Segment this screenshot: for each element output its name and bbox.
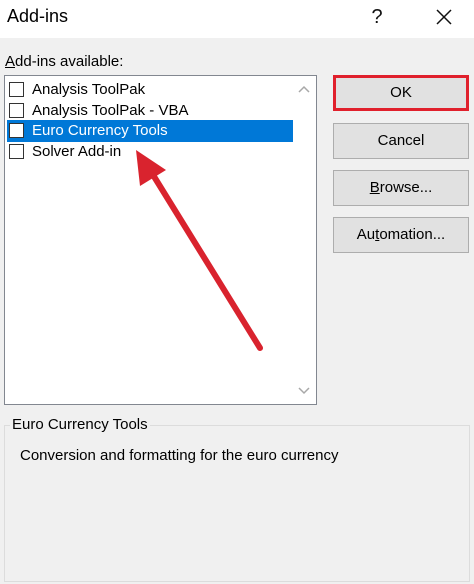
close-button[interactable]: [428, 2, 460, 32]
browse-button[interactable]: Browse...: [333, 170, 469, 206]
dialog-title: Add-ins: [7, 6, 69, 26]
list-item-label: Analysis ToolPak - VBA: [32, 102, 189, 119]
scroll-down-icon: [298, 387, 310, 395]
checkbox[interactable]: [9, 123, 24, 138]
checkbox[interactable]: [9, 82, 24, 97]
help-button[interactable]: ?: [362, 2, 392, 32]
scroll-down-button[interactable]: [294, 382, 314, 400]
description-title: Euro Currency Tools: [10, 416, 150, 433]
description-text: Conversion and formatting for the euro c…: [20, 447, 339, 464]
close-icon: [436, 9, 452, 25]
addins-available-label: Add-ins available:: [5, 53, 124, 70]
automation-button[interactable]: Automation...: [333, 217, 469, 253]
list-item-analysis-toolpak[interactable]: Analysis ToolPak: [7, 79, 293, 101]
list-item-label: Euro Currency Tools: [32, 122, 168, 139]
question-mark-icon: ?: [371, 6, 383, 28]
list-item-analysis-toolpak-vba[interactable]: Analysis ToolPak - VBA: [7, 100, 293, 122]
scroll-up-icon: [298, 85, 310, 93]
addins-listbox[interactable]: Analysis ToolPak Analysis ToolPak - VBA …: [4, 75, 317, 405]
list-item-euro-currency-tools[interactable]: Euro Currency Tools: [7, 120, 293, 142]
scroll-up-button[interactable]: [294, 80, 314, 98]
checkbox[interactable]: [9, 144, 24, 159]
list-item-solver-addin[interactable]: Solver Add-in: [7, 141, 293, 163]
checkbox[interactable]: [9, 103, 24, 118]
title-bar: Add-ins ?: [0, 0, 474, 38]
ok-button[interactable]: OK: [333, 75, 469, 111]
cancel-button[interactable]: Cancel: [333, 123, 469, 159]
list-item-label: Solver Add-in: [32, 143, 122, 160]
list-item-label: Analysis ToolPak: [32, 81, 146, 98]
